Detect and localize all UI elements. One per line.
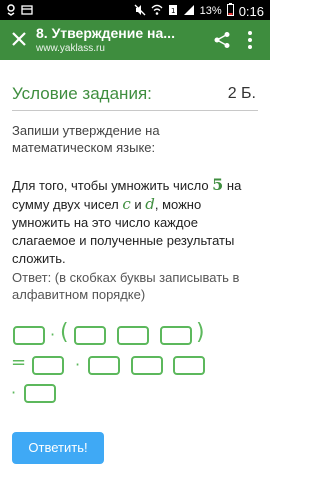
signal-icon bbox=[183, 4, 195, 19]
answer-input-5[interactable] bbox=[32, 356, 64, 375]
task-points: 2 Б. bbox=[227, 85, 256, 102]
variable-c: c bbox=[122, 195, 131, 213]
box-icon bbox=[21, 4, 33, 19]
answer-input-2[interactable] bbox=[74, 326, 106, 345]
app-bar: 8. Утверждение на... www.yaklass.ru bbox=[0, 20, 270, 60]
battery-percent: 13% bbox=[199, 5, 222, 17]
answer-input-8[interactable] bbox=[173, 356, 205, 375]
dot-symbol: · bbox=[50, 325, 56, 344]
open-paren-symbol: ( bbox=[60, 320, 69, 345]
page-url: www.yaklass.ru bbox=[36, 43, 105, 54]
task-instruction: Запиши утверждение на математическом язы… bbox=[12, 123, 160, 155]
task-header: Условие задания: 2 Б. bbox=[12, 82, 258, 111]
page-title: 8. Утверждение на... bbox=[36, 25, 175, 41]
answer-input-6[interactable] bbox=[88, 356, 120, 375]
dot-symbol: · bbox=[11, 383, 17, 402]
battery-icon bbox=[226, 3, 234, 19]
answer-label: Ответ: (в скобках буквы записывать в алф… bbox=[12, 270, 240, 302]
answer-input-9[interactable] bbox=[24, 384, 56, 403]
share-icon[interactable] bbox=[213, 31, 231, 49]
dot-symbol: · bbox=[75, 355, 81, 374]
wifi-icon bbox=[151, 4, 163, 19]
answer-input-7[interactable] bbox=[131, 356, 163, 375]
ok-icon bbox=[6, 4, 16, 19]
close-paren-symbol: ) bbox=[196, 320, 205, 345]
clock: 0:16 bbox=[238, 3, 264, 19]
more-menu-icon[interactable] bbox=[246, 30, 254, 50]
variable-d: d bbox=[145, 195, 155, 213]
status-bar: 1 13% 0:16 bbox=[0, 0, 270, 20]
equals-symbol: = bbox=[11, 352, 27, 373]
problem-part1: Для того, чтобы умножить число bbox=[12, 178, 213, 193]
sim-icon: 1 bbox=[168, 4, 178, 19]
status-left bbox=[6, 4, 33, 19]
status-right: 1 13% 0:16 bbox=[134, 3, 264, 19]
answer-input-3[interactable] bbox=[117, 326, 149, 345]
answer-input-1[interactable] bbox=[13, 326, 45, 345]
svg-text:1: 1 bbox=[171, 7, 175, 15]
number-five: 5 bbox=[212, 175, 224, 194]
answer-input-4[interactable] bbox=[160, 326, 192, 345]
task-title: Условие задания: bbox=[12, 84, 152, 103]
submit-button[interactable]: Ответить! bbox=[12, 432, 104, 464]
mute-icon bbox=[134, 4, 146, 19]
problem-and: и bbox=[130, 197, 146, 212]
close-icon[interactable] bbox=[10, 30, 28, 48]
problem-text: Для того, чтобы умножить число 5 на сумм… bbox=[12, 176, 262, 268]
